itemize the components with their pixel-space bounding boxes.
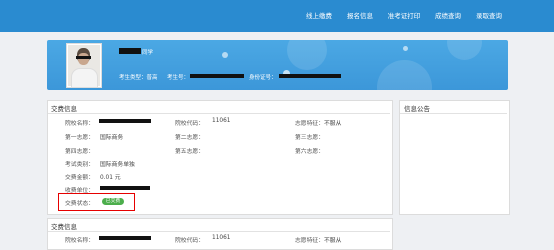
choice5-label: 第五志愿：	[175, 149, 204, 155]
special-label-2: 志愿特征：	[295, 238, 324, 244]
school-name-redacted-2	[99, 236, 151, 240]
special-value-2: 不服从	[324, 238, 342, 244]
choice1-label: 第一志愿：	[65, 135, 94, 141]
school-name-redacted	[99, 119, 151, 123]
divider	[48, 113, 390, 114]
choice2-label: 第二志愿：	[175, 135, 204, 141]
nav-admission-ticket-print[interactable]: 准考证打印	[381, 0, 427, 32]
school-code-label-2: 院校代码：	[175, 238, 204, 244]
category-label: 考试类别：	[65, 162, 94, 168]
school-code-label: 院校代码：	[175, 121, 204, 127]
payment-info-title-2: 交费信息	[51, 223, 77, 231]
special-label: 志愿特征：	[295, 121, 324, 127]
choice3-label: 第三志愿：	[295, 135, 324, 141]
amount-label: 交费金额：	[65, 175, 94, 181]
notice-panel	[399, 100, 510, 215]
school-code-value: 11061	[212, 118, 231, 124]
choice6-label: 第六志愿：	[295, 149, 324, 155]
student-name-redacted	[119, 48, 141, 54]
nav-admission-query[interactable]: 录取查询	[469, 0, 509, 32]
candidate-no-redacted	[190, 74, 244, 78]
divider	[400, 113, 507, 114]
school-name-label-2: 院校名称：	[65, 238, 94, 244]
amount-value: 0.01 元	[100, 175, 121, 181]
nav-registration-info[interactable]: 报名信息	[340, 0, 380, 32]
special-value: 不服从	[324, 121, 342, 127]
status-label: 交费状态：	[65, 201, 94, 207]
greeting-suffix: 同学	[142, 50, 154, 56]
photo-redaction-bar	[76, 56, 91, 59]
id-no-label: 身份证号：	[249, 75, 277, 81]
nav-online-payment[interactable]: 线上缴费	[299, 0, 339, 32]
school-code-value-2: 11061	[212, 235, 231, 241]
payee-redacted	[100, 186, 150, 190]
choice1-value: 国际商务	[100, 135, 124, 141]
divider	[48, 231, 390, 232]
school-name-label: 院校名称：	[65, 121, 94, 127]
id-no-redacted	[279, 74, 341, 78]
nav-score-query[interactable]: 成绩查询	[428, 0, 468, 32]
student-photo	[66, 43, 102, 88]
category-value: 国际商务单独	[100, 162, 135, 168]
payment-info-panel-2	[47, 218, 393, 250]
payment-info-title: 交费信息	[51, 105, 77, 113]
exam-type: 考生类型：普高	[119, 75, 158, 81]
notice-title: 信息公告	[404, 105, 430, 113]
choice4-label: 第四志愿：	[65, 149, 94, 155]
candidate-no-label: 考生号：	[167, 75, 190, 81]
status-badge: 已交费	[102, 198, 124, 205]
student-banner	[47, 40, 508, 90]
